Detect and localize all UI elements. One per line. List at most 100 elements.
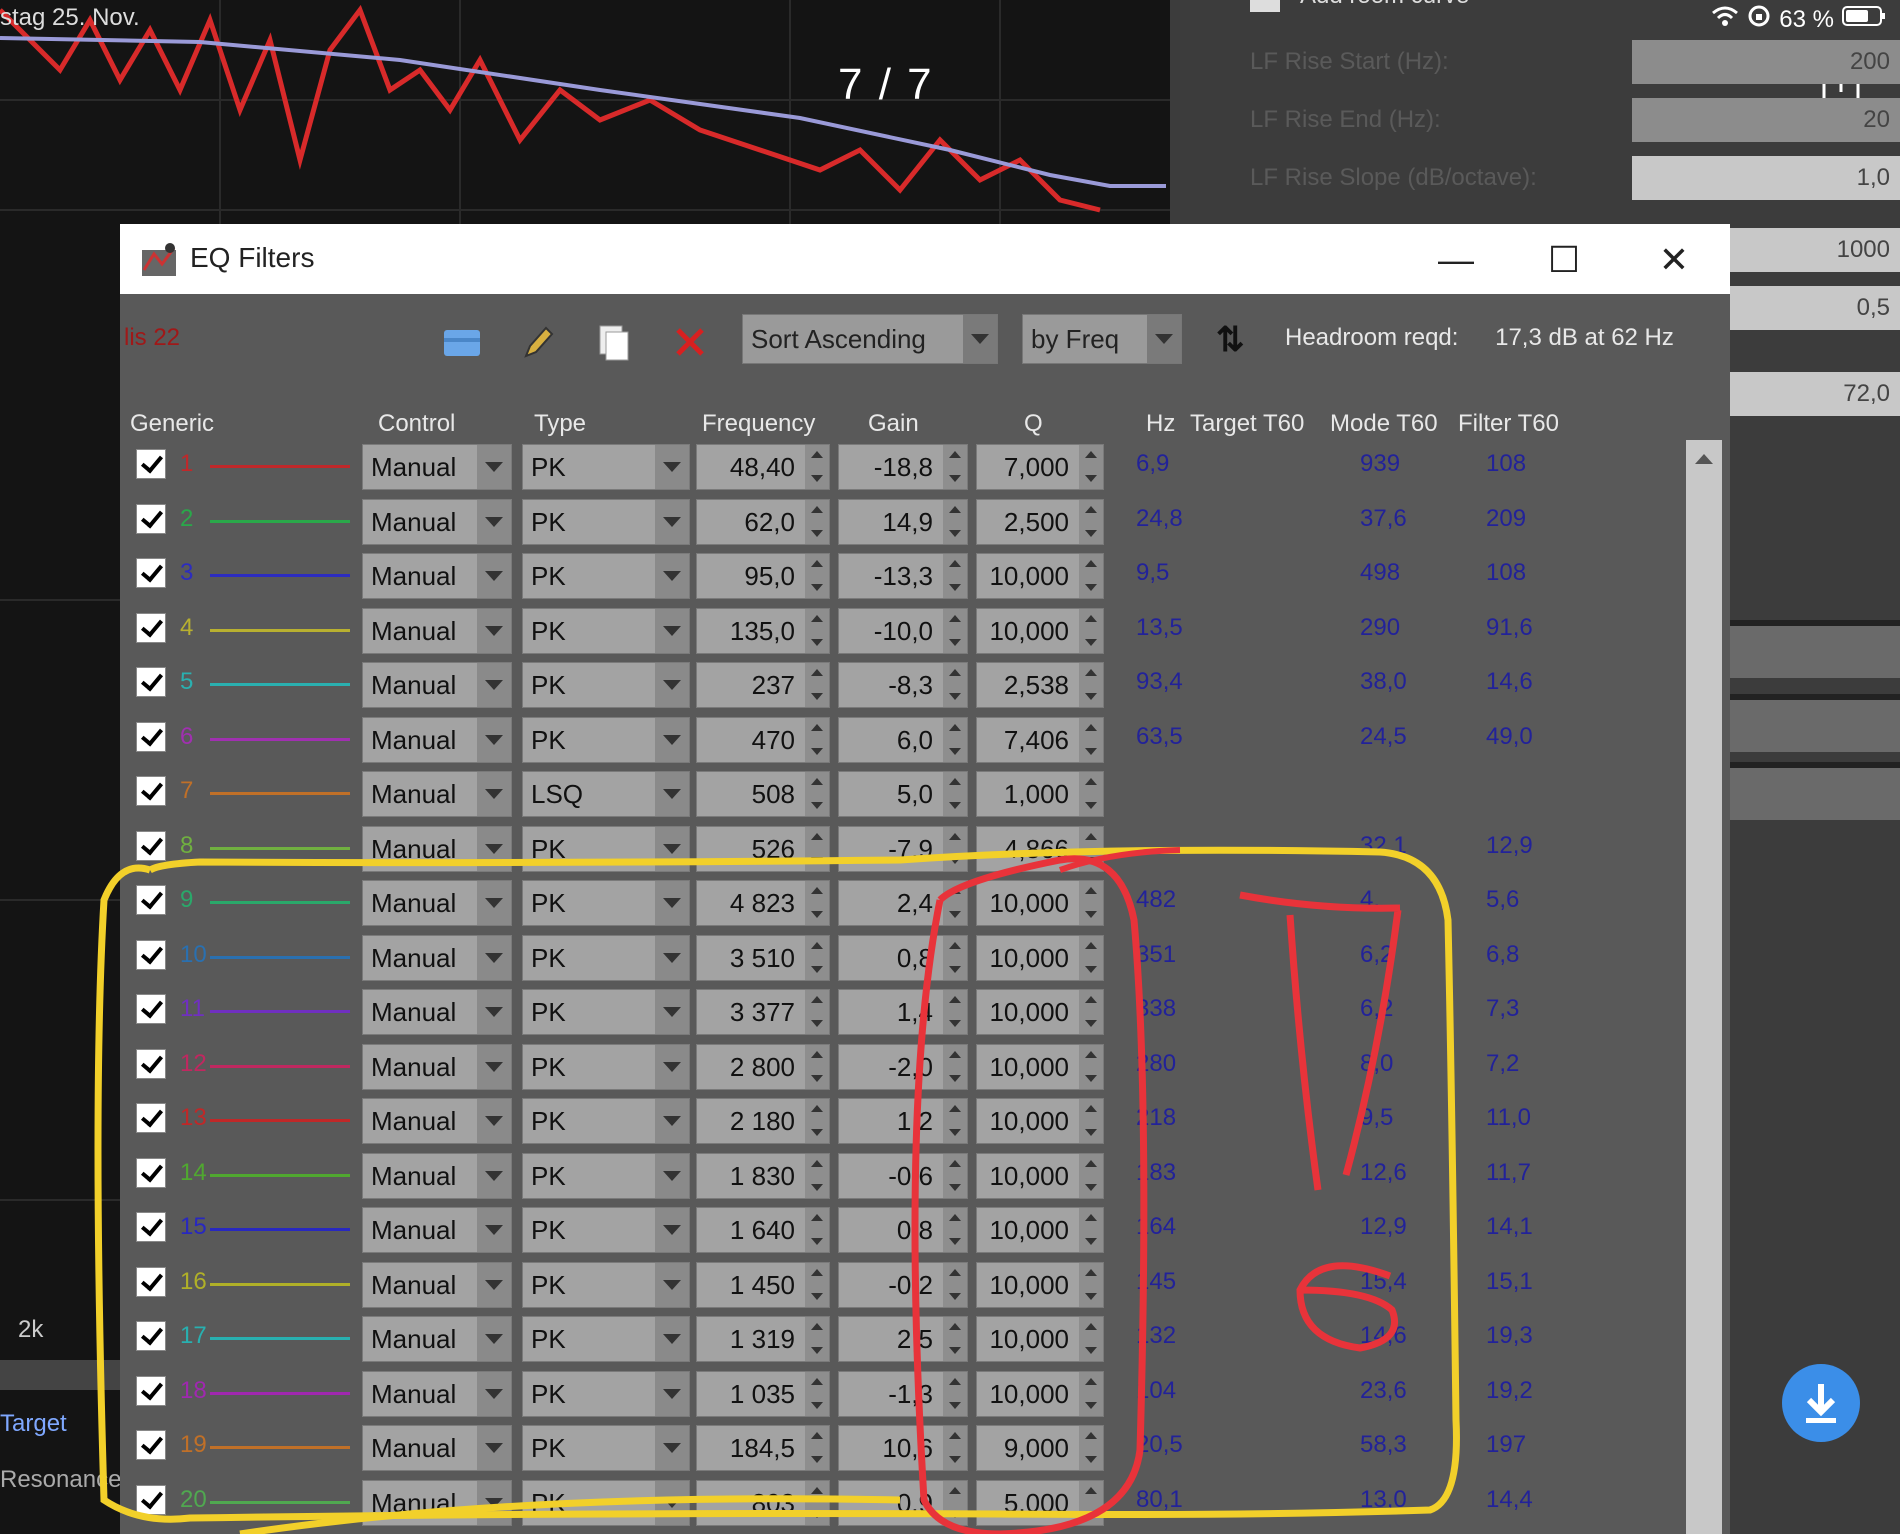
gain-spinner[interactable]: 0,8 xyxy=(838,1207,968,1253)
enable-checkbox[interactable] xyxy=(136,1484,166,1515)
spinner-arrows-icon[interactable] xyxy=(1079,826,1103,871)
spinner-arrows-icon[interactable] xyxy=(805,663,829,707)
gain-spinner[interactable]: -8,3 xyxy=(838,662,968,708)
enable-checkbox[interactable] xyxy=(136,994,166,1024)
panel-button-1[interactable] xyxy=(1730,620,1900,678)
type-select[interactable]: LSQ xyxy=(522,771,690,817)
spinner-arrows-icon[interactable] xyxy=(943,608,967,653)
q-spinner[interactable]: 2,500 xyxy=(976,498,1104,545)
gain-spinner[interactable]: -0,6 xyxy=(838,1152,968,1199)
control-select[interactable]: Manual xyxy=(362,1370,512,1417)
copy-icon[interactable] xyxy=(594,322,634,362)
type-select[interactable]: PK xyxy=(522,825,690,872)
type-select[interactable]: PK xyxy=(522,1043,690,1090)
spinner-arrows-icon[interactable] xyxy=(805,1371,829,1416)
spinner-arrows-icon[interactable] xyxy=(1079,1317,1103,1361)
gain-spinner[interactable]: 0,8 xyxy=(838,934,968,981)
type-select[interactable]: PK xyxy=(522,1479,690,1526)
lf-rise-start-field[interactable]: 200 xyxy=(1632,40,1900,84)
spinner-arrows-icon[interactable] xyxy=(1079,663,1103,707)
spinner-arrows-icon[interactable] xyxy=(805,1426,829,1470)
control-select[interactable]: Manual xyxy=(362,662,512,708)
q-spinner[interactable]: 5,000 xyxy=(976,1479,1104,1526)
control-select[interactable]: Manual xyxy=(362,1479,512,1526)
q-spinner[interactable]: 10,000 xyxy=(976,1261,1104,1308)
frequency-spinner[interactable]: 2 800 xyxy=(696,1043,830,1090)
vertical-scrollbar[interactable] xyxy=(1686,440,1722,1534)
spinner-arrows-icon[interactable] xyxy=(943,990,967,1034)
spinner-arrows-icon[interactable] xyxy=(805,499,829,544)
spinner-arrows-icon[interactable] xyxy=(1079,1371,1103,1416)
open-folder-icon[interactable] xyxy=(442,322,482,362)
sort-order-select[interactable]: Sort Ascending xyxy=(742,314,998,364)
type-select[interactable]: PK xyxy=(522,1152,690,1199)
frequency-spinner[interactable]: 1 035 xyxy=(696,1370,830,1417)
spinner-arrows-icon[interactable] xyxy=(1079,1480,1103,1525)
enable-checkbox[interactable] xyxy=(136,1375,166,1406)
spinner-arrows-icon[interactable] xyxy=(805,1262,829,1307)
sort-by-select[interactable]: by Freq xyxy=(1022,314,1182,364)
q-spinner[interactable]: 10,000 xyxy=(976,607,1104,654)
frequency-spinner[interactable]: 526 xyxy=(696,825,830,872)
spinner-arrows-icon[interactable] xyxy=(1079,935,1103,980)
enable-checkbox[interactable] xyxy=(136,558,166,588)
control-select[interactable]: Manual xyxy=(362,607,512,654)
control-select[interactable]: Manual xyxy=(362,1152,512,1199)
q-spinner[interactable]: 10,000 xyxy=(976,553,1104,599)
type-select[interactable]: PK xyxy=(522,444,690,490)
enable-checkbox[interactable] xyxy=(136,667,166,697)
spinner-arrows-icon[interactable] xyxy=(1079,1044,1103,1089)
q-spinner[interactable]: 10,000 xyxy=(976,880,1104,926)
add-room-curve-checkbox[interactable] xyxy=(1250,0,1280,12)
spinner-arrows-icon[interactable] xyxy=(1079,1426,1103,1470)
spinner-arrows-icon[interactable] xyxy=(805,1317,829,1361)
spinner-arrows-icon[interactable] xyxy=(943,1480,967,1525)
type-select[interactable]: PK xyxy=(522,1370,690,1417)
spinner-arrows-icon[interactable] xyxy=(943,1317,967,1361)
q-spinner[interactable]: 10,000 xyxy=(976,1370,1104,1417)
type-select[interactable]: PK xyxy=(522,607,690,654)
download-button[interactable] xyxy=(1782,1364,1860,1442)
type-select[interactable]: PK xyxy=(522,553,690,599)
spinner-arrows-icon[interactable] xyxy=(1079,608,1103,653)
q-spinner[interactable]: 7,000 xyxy=(976,444,1104,490)
control-select[interactable]: Manual xyxy=(362,1425,512,1471)
delete-icon[interactable] xyxy=(670,322,710,362)
frequency-spinner[interactable]: 2 180 xyxy=(696,1098,830,1144)
spinner-arrows-icon[interactable] xyxy=(1079,1153,1103,1198)
spinner-arrows-icon[interactable] xyxy=(1079,1208,1103,1252)
spinner-arrows-icon[interactable] xyxy=(805,990,829,1034)
type-select[interactable]: PK xyxy=(522,1098,690,1144)
control-select[interactable]: Manual xyxy=(362,553,512,599)
gain-spinner[interactable]: -0,2 xyxy=(838,1261,968,1308)
frequency-spinner[interactable]: 48,40 xyxy=(696,444,830,490)
spinner-arrows-icon[interactable] xyxy=(805,1480,829,1525)
q-spinner[interactable]: 9,000 xyxy=(976,1425,1104,1471)
enable-checkbox[interactable] xyxy=(136,721,166,752)
gain-spinner[interactable]: 5,0 xyxy=(838,771,968,817)
gain-spinner[interactable]: -1,3 xyxy=(838,1370,968,1417)
spinner-arrows-icon[interactable] xyxy=(943,1371,967,1416)
gain-spinner[interactable]: -10,0 xyxy=(838,607,968,654)
spinner-arrows-icon[interactable] xyxy=(805,445,829,489)
spinner-arrows-icon[interactable] xyxy=(805,554,829,598)
spinner-arrows-icon[interactable] xyxy=(943,1262,967,1307)
frequency-spinner[interactable]: 184,5 xyxy=(696,1425,830,1471)
spinner-arrows-icon[interactable] xyxy=(943,445,967,489)
frequency-spinner[interactable]: 95,0 xyxy=(696,553,830,599)
close-button[interactable]: ✕ xyxy=(1652,238,1696,282)
q-spinner[interactable]: 10,000 xyxy=(976,934,1104,981)
type-select[interactable]: PK xyxy=(522,1425,690,1471)
gain-spinner[interactable]: 14,9 xyxy=(838,498,968,545)
type-select[interactable]: PK xyxy=(522,498,690,545)
frequency-spinner[interactable]: 470 xyxy=(696,716,830,763)
spinner-arrows-icon[interactable] xyxy=(805,935,829,980)
spinner-arrows-icon[interactable] xyxy=(943,935,967,980)
frequency-spinner[interactable]: 1 450 xyxy=(696,1261,830,1308)
enable-checkbox[interactable] xyxy=(136,1048,166,1079)
gain-spinner[interactable]: 6,0 xyxy=(838,716,968,763)
q-spinner[interactable]: 10,000 xyxy=(976,1098,1104,1144)
maximize-button[interactable]: ☐ xyxy=(1542,238,1586,282)
spinner-arrows-icon[interactable] xyxy=(805,1044,829,1089)
control-select[interactable]: Manual xyxy=(362,716,512,763)
